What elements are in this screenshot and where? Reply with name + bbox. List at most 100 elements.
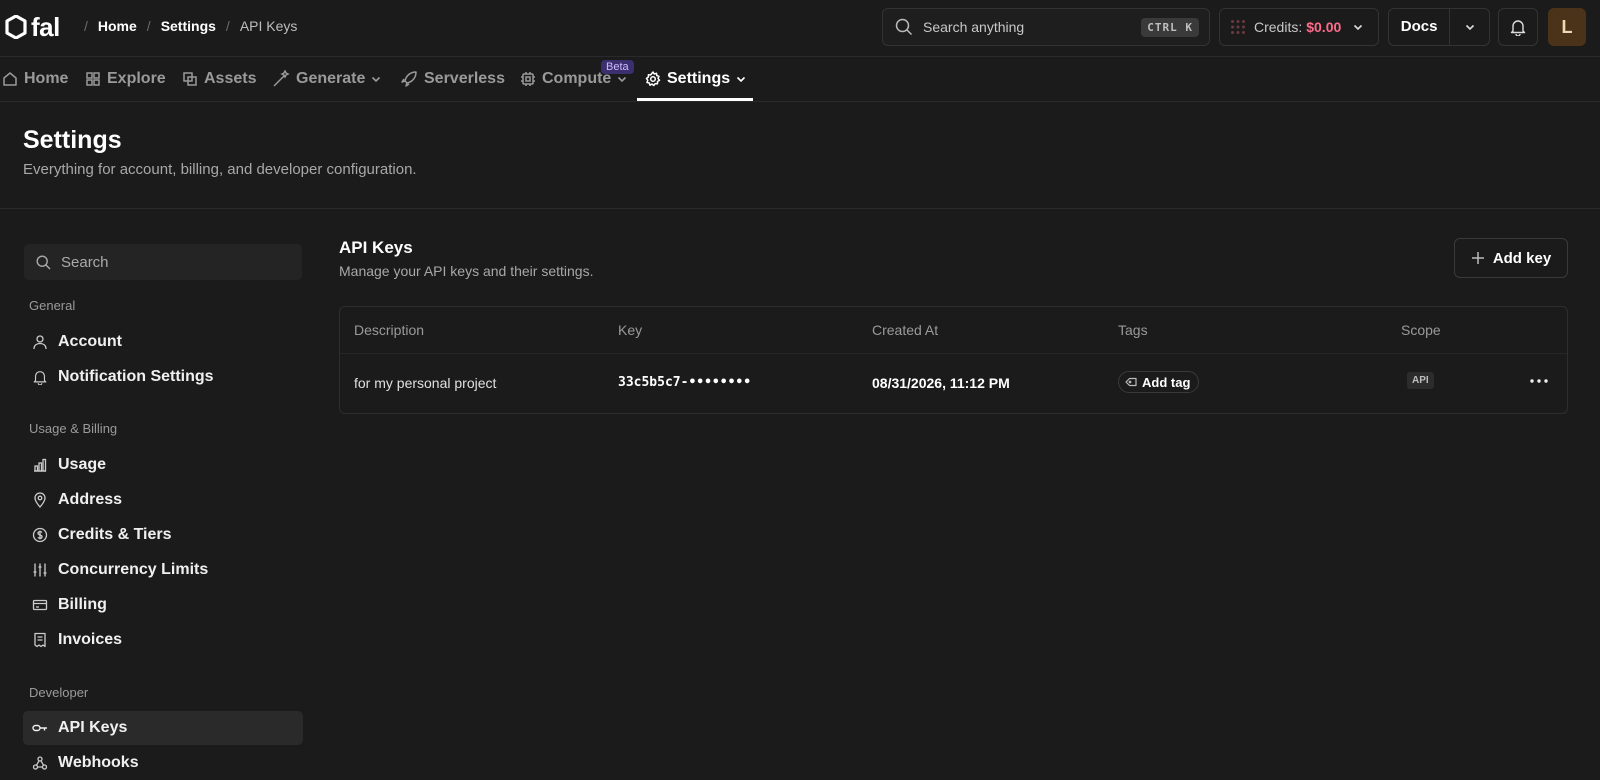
credits-dots-icon xyxy=(1230,19,1246,35)
sidebar-item-api-keys[interactable]: API Keys xyxy=(23,711,303,745)
grid-icon xyxy=(85,71,101,87)
settings-search-placeholder: Search xyxy=(61,253,109,271)
sliders-icon xyxy=(32,562,48,578)
main-nav: Home Explore Assets Generate Serverless … xyxy=(0,57,1600,102)
add-tag-label: Add tag xyxy=(1142,374,1191,390)
page-title: Settings xyxy=(23,126,122,154)
webhook-icon xyxy=(32,755,48,771)
settings-search-input[interactable]: Search xyxy=(24,244,302,280)
plus-icon xyxy=(1471,251,1485,265)
add-tag-button[interactable]: Add tag xyxy=(1118,371,1200,393)
sidebar-item-label: Usage xyxy=(58,456,107,473)
sidebar-group-label: Usage & Billing xyxy=(29,421,118,436)
sidebar-item-concurrency-limits[interactable]: Concurrency Limits xyxy=(23,553,303,587)
cell-key: 33c5b5c7-•••••••• xyxy=(618,375,752,390)
docs-menu: Docs xyxy=(1388,8,1490,46)
sidebar-item-label: Invoices xyxy=(58,631,123,648)
brand-logo[interactable]: fal xyxy=(4,14,60,40)
sidebar-group-label: Developer xyxy=(29,685,89,700)
sidebar-item-label: API Keys xyxy=(58,719,128,736)
sidebar-item-address[interactable]: Address xyxy=(23,483,303,517)
nav-tab-label: Settings xyxy=(667,70,731,87)
avatar[interactable]: L xyxy=(1548,8,1586,46)
sidebar-item-label: Concurrency Limits xyxy=(58,561,209,578)
table-divider xyxy=(340,353,1567,354)
search-icon xyxy=(895,18,913,36)
key-icon xyxy=(32,720,48,736)
credits-button[interactable]: Credits: $0.00 xyxy=(1219,8,1379,46)
breadcrumb-separator: / xyxy=(146,18,151,34)
chevron-down-icon xyxy=(371,74,381,84)
column-header-created-at: Created At xyxy=(872,322,939,338)
home-icon xyxy=(2,71,18,87)
rocket-icon xyxy=(400,70,418,88)
sidebar-item-usage[interactable]: Usage xyxy=(23,448,303,482)
row-actions-button[interactable] xyxy=(1527,371,1551,391)
breadcrumb-home[interactable]: Home xyxy=(98,18,137,34)
add-key-button[interactable]: Add key xyxy=(1454,238,1568,278)
sidebar-item-billing[interactable]: Billing xyxy=(23,588,303,622)
search-shortcut-badge: CTRL K xyxy=(1141,18,1199,37)
assets-icon xyxy=(182,71,198,87)
breadcrumb-settings[interactable]: Settings xyxy=(161,18,216,34)
beta-badge: Beta xyxy=(601,60,634,74)
bell-icon xyxy=(1510,18,1526,36)
nav-tab-settings[interactable]: Settings xyxy=(645,57,746,101)
receipt-icon xyxy=(32,632,48,648)
search-icon xyxy=(36,254,51,270)
active-tab-indicator xyxy=(637,98,753,101)
nav-tab-assets[interactable]: Assets xyxy=(182,57,256,101)
gear-icon xyxy=(645,71,661,87)
api-keys-table: Description Key Created At Tags Scope fo… xyxy=(339,306,1568,414)
credits-value: $0.00 xyxy=(1306,19,1342,35)
sidebar-item-label: Notification Settings xyxy=(58,368,214,385)
breadcrumb: / Home / Settings / API Keys xyxy=(74,18,297,34)
sidebar-item-label: Credits & Tiers xyxy=(58,526,172,543)
more-horizontal-icon xyxy=(1530,379,1548,383)
nav-tab-generate[interactable]: Generate xyxy=(272,57,381,101)
nav-tab-label: Home xyxy=(24,70,69,87)
column-header-key: Key xyxy=(618,322,643,338)
breadcrumb-separator: / xyxy=(225,18,230,34)
sidebar-item-credits-tiers[interactable]: Credits & Tiers xyxy=(23,518,303,552)
sidebar-item-notification-settings[interactable]: Notification Settings xyxy=(23,360,303,394)
user-icon xyxy=(32,334,48,350)
nav-tab-serverless[interactable]: Serverless xyxy=(400,57,505,101)
nav-tab-label: Generate xyxy=(296,70,366,87)
nav-tab-explore[interactable]: Explore xyxy=(85,57,166,101)
fal-logo-icon xyxy=(4,15,28,39)
dollar-circle-icon xyxy=(32,527,48,543)
cell-description: for my personal project xyxy=(354,375,497,391)
cell-created-at: 08/31/2026, 11:12 PM xyxy=(872,375,1010,391)
chevron-down-icon xyxy=(617,74,627,84)
column-header-description: Description xyxy=(354,322,425,338)
scope-badge: API xyxy=(1407,372,1434,389)
sidebar-item-account[interactable]: Account xyxy=(23,325,303,359)
chevron-down-icon xyxy=(1465,24,1474,31)
wand-icon xyxy=(272,70,290,88)
sidebar-item-label: Address xyxy=(58,491,123,508)
sidebar-item-label: Account xyxy=(58,333,122,350)
nav-tab-label: Explore xyxy=(107,70,166,87)
notifications-button[interactable] xyxy=(1498,8,1538,46)
page-header: Settings Everything for account, billing… xyxy=(0,102,1600,209)
docs-dropdown-button[interactable] xyxy=(1450,22,1489,32)
nav-tab-home[interactable]: Home xyxy=(2,57,68,101)
sidebar-item-label: Billing xyxy=(58,596,107,613)
breadcrumb-current: API Keys xyxy=(239,18,298,34)
brand-name: fal xyxy=(31,12,60,42)
sidebar-item-invoices[interactable]: Invoices xyxy=(23,623,303,657)
section-subtitle: Manage your API keys and their settings. xyxy=(339,263,594,279)
breadcrumb-separator: / xyxy=(84,18,88,34)
docs-button[interactable]: Docs xyxy=(1389,9,1451,45)
bell-icon xyxy=(32,369,48,385)
chevron-down-icon xyxy=(1353,22,1363,32)
page-subtitle: Everything for account, billing, and dev… xyxy=(23,161,417,178)
section-title: API Keys xyxy=(339,238,413,257)
map-pin-icon xyxy=(32,492,48,508)
chip-icon xyxy=(520,71,536,87)
nav-tab-label: Serverless xyxy=(424,70,505,87)
global-search-input[interactable]: Search anything CTRL K xyxy=(882,8,1210,46)
add-key-label: Add key xyxy=(1492,249,1552,267)
credit-card-icon xyxy=(32,597,48,613)
